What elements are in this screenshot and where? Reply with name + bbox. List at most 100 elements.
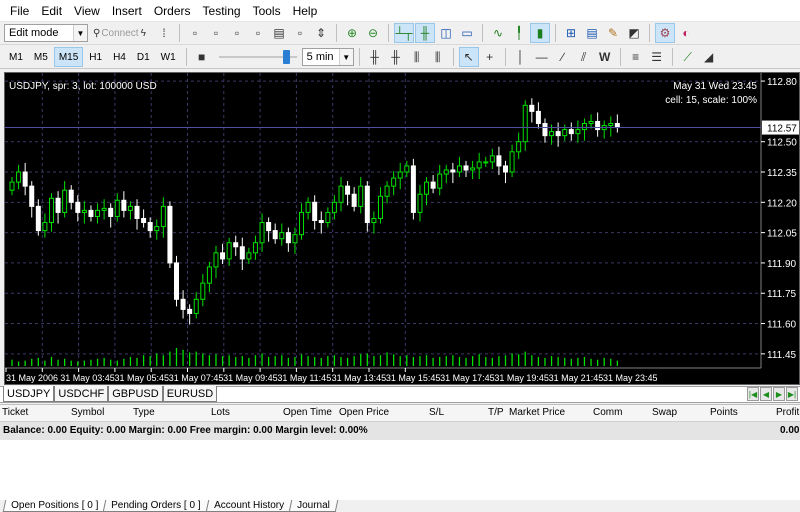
col-tp[interactable]: T/P <box>488 407 504 418</box>
stop-icon[interactable]: ■ <box>192 47 212 67</box>
candle-body <box>180 298 186 310</box>
tab-open-positions[interactable]: Open Positions [ 0 ] <box>2 500 107 512</box>
chart-tab-eurusd[interactable]: EURUSD <box>162 386 218 402</box>
timeframe-m5[interactable]: M5 <box>29 47 53 67</box>
add-indicator-icon[interactable]: ⊞ <box>561 23 581 43</box>
menu-file[interactable]: File <box>4 0 35 22</box>
col-open-time[interactable]: Open Time <box>283 407 332 418</box>
menu-testing[interactable]: Testing <box>197 0 247 22</box>
toolbar-separator <box>452 48 454 66</box>
timeframe-h4[interactable]: H4 <box>108 47 131 67</box>
cursor-icon[interactable]: ↖ <box>458 47 479 67</box>
candlestick-icon[interactable]: ▮ <box>530 23 550 43</box>
layout-icon[interactable]: ▤ <box>269 23 289 43</box>
chart-canvas[interactable]: 112.80 112.50 112.35 112.20 112.05 111.90 111.… <box>5 73 800 385</box>
candle-body <box>75 201 81 213</box>
connect-button[interactable]: ⚲ Connect ϟ <box>93 28 153 39</box>
col-type[interactable]: Type <box>133 407 155 418</box>
bar-step-back-icon[interactable]: ╫ <box>386 47 406 67</box>
speed-select[interactable]: 5 min ▼ <box>301 48 354 66</box>
col-points[interactable]: Points <box>710 407 738 418</box>
bar-step-icon[interactable]: ╫ <box>365 47 385 67</box>
col-symbol[interactable]: Symbol <box>71 407 104 418</box>
timeframe-m15[interactable]: M15 <box>53 47 84 67</box>
first-tab-icon[interactable]: |◀ <box>747 387 759 401</box>
elliott-wave-icon[interactable]: W <box>595 47 615 67</box>
text-lines-icon[interactable]: ☰ <box>647 47 667 67</box>
bar-chart-icon[interactable]: ┴┬ <box>394 23 414 43</box>
fan-icon[interactable]: ⟋ <box>678 47 698 67</box>
arc-icon[interactable]: ◢ <box>699 47 719 67</box>
toolbar-separator <box>185 48 187 66</box>
candle-body <box>345 185 351 195</box>
timeframe-w1[interactable]: W1 <box>156 47 181 67</box>
vertical-line-icon[interactable]: │ <box>511 47 531 67</box>
tab-open-positions-label: Open Positions [ 0 ] <box>11 500 99 511</box>
tab-pending-orders[interactable]: Pending Orders [ 0 ] <box>103 500 210 512</box>
chart-tab-gbpusd[interactable]: GBPUSD <box>108 386 163 402</box>
window-tile-icon[interactable]: ◫ <box>436 23 456 43</box>
menu-tools[interactable]: Tools <box>247 0 287 22</box>
fibo-lines-icon[interactable]: ≡ <box>626 47 646 67</box>
tab-journal[interactable]: Journal <box>288 500 338 512</box>
price-chart[interactable]: 112.80 112.50 112.35 112.20 112.05 111.90 111.… <box>4 72 800 385</box>
multi-bar-icon[interactable]: ⫼ <box>407 47 427 67</box>
tab-account-history[interactable]: Account History <box>205 500 293 512</box>
line-chart-icon[interactable]: ∿ <box>488 23 508 43</box>
horizontal-line-icon[interactable]: — <box>532 47 552 67</box>
col-comm[interactable]: Comm <box>593 407 622 418</box>
col-market-price[interactable]: Market Price <box>509 407 565 418</box>
timeframe-h1[interactable]: H1 <box>84 47 107 67</box>
timeframe-toolbar: M1 M5 M15 H1 H4 D1 W1 ■ 5 min ▼ ╫ ╫ ⫼ ⫼ … <box>0 46 800 69</box>
chart-tab-usdjpy[interactable]: USDJPY <box>3 386 55 402</box>
col-open-price[interactable]: Open Price <box>339 407 389 418</box>
bar-icon[interactable]: ╿ <box>509 23 529 43</box>
brush-icon[interactable]: ✎ <box>603 23 623 43</box>
new-chart-icon[interactable]: ▫ <box>185 23 205 43</box>
prev-tab-icon[interactable]: ◀ <box>760 387 772 401</box>
candle-body <box>542 123 548 137</box>
candle-body <box>108 207 114 217</box>
palette-icon[interactable]: ◐ <box>676 23 696 43</box>
chart-tab-usdchf[interactable]: USDCHF <box>54 386 109 402</box>
menu-orders[interactable]: Orders <box>148 0 197 22</box>
col-swap[interactable]: Swap <box>652 407 677 418</box>
col-lots[interactable]: Lots <box>211 407 230 418</box>
fibonacci-icon[interactable]: ◩ <box>624 23 644 43</box>
col-sl[interactable]: S/L <box>429 407 444 418</box>
menu-help[interactable]: Help <box>287 0 324 22</box>
candle-chart-icon[interactable]: ╫ <box>415 23 435 43</box>
window-cascade-icon[interactable]: ▭ <box>457 23 477 43</box>
menu-insert[interactable]: Insert <box>106 0 148 22</box>
slider-thumb[interactable] <box>282 50 290 64</box>
channel-icon[interactable]: ⫽ <box>574 47 594 67</box>
settings-gear-icon[interactable]: ⚙ <box>655 23 675 43</box>
timeframe-m1[interactable]: M1 <box>4 47 28 67</box>
mode-select[interactable]: Edit mode ▼ <box>4 24 88 42</box>
time-tick-label: 31 May 11:45 <box>277 373 331 383</box>
profile-icon[interactable]: ▫ <box>248 23 268 43</box>
drop-icon[interactable]: ⇕ <box>311 23 331 43</box>
sound-icon[interactable]: ⁞ <box>154 23 174 43</box>
time-tick-label: 31 May 2006 <box>6 373 58 383</box>
trendline-icon[interactable]: ∕ <box>553 47 573 67</box>
col-ticket[interactable]: Ticket <box>2 407 28 418</box>
crosshair-icon[interactable]: + <box>480 47 500 67</box>
templates-icon[interactable]: ▤ <box>582 23 602 43</box>
next-tab-icon[interactable]: ▶ <box>773 387 785 401</box>
print-icon[interactable]: ▫ <box>290 23 310 43</box>
speed-slider[interactable] <box>218 49 297 65</box>
new-doc-icon[interactable]: ▫ <box>206 23 226 43</box>
volume-icon[interactable]: ⫼ <box>428 47 448 67</box>
candle-body <box>384 185 390 197</box>
menu-edit[interactable]: Edit <box>35 0 68 22</box>
copy-icon[interactable]: ▫ <box>227 23 247 43</box>
timeframe-d1[interactable]: D1 <box>132 47 155 67</box>
candle-body <box>503 165 508 173</box>
zoom-out-icon[interactable]: ⊖ <box>363 23 383 43</box>
last-tab-icon[interactable]: ▶| <box>786 387 798 401</box>
candle-body <box>410 165 416 213</box>
zoom-in-icon[interactable]: ⊕ <box>342 23 362 43</box>
col-profit[interactable]: Profit <box>776 407 799 418</box>
menu-view[interactable]: View <box>68 0 106 22</box>
